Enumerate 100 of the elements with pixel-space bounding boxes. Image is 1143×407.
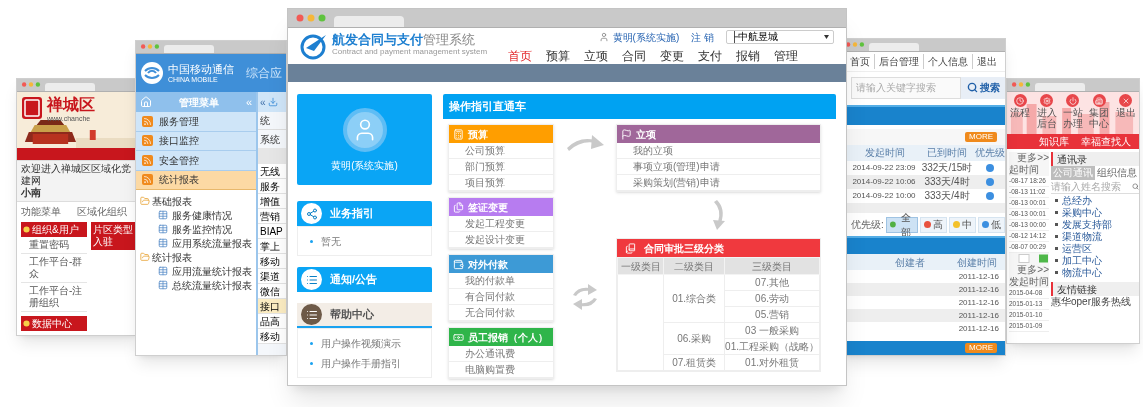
contact-item[interactable]: 运营区 xyxy=(1051,242,1139,254)
nav-link[interactable]: 首页 xyxy=(846,53,874,69)
region-tab[interactable]: 片区类型入驻 xyxy=(91,222,135,250)
download-icon xyxy=(267,97,278,107)
welcome-text: 欢迎进入禅城区区域化党建网 xyxy=(21,163,132,187)
priority-dot-icon xyxy=(986,191,994,200)
org-select[interactable]: ├中航昱城 xyxy=(726,30,834,44)
table-row[interactable]: 品高 xyxy=(258,314,286,329)
priority-filter[interactable]: 高 xyxy=(920,216,947,233)
guide-link[interactable]: 电脑购置费 xyxy=(449,362,553,378)
nav-tab[interactable]: 合同 xyxy=(622,48,646,64)
table-row[interactable]: 移动 xyxy=(258,254,286,269)
collapse-button[interactable]: « xyxy=(260,94,266,110)
guide-link[interactable]: 公司预算 xyxy=(449,143,553,159)
nav-tab[interactable]: 变更 xyxy=(660,48,684,64)
column-header: 已到时间 xyxy=(926,146,969,161)
guide-link[interactable]: 事项立项(管理)申请 xyxy=(617,159,820,175)
shortcut-label[interactable]: 集团中心 xyxy=(1089,107,1110,129)
guide-link[interactable]: 部门预算 xyxy=(449,159,553,175)
group-title: 员工报销（个人） xyxy=(468,330,548,345)
guide-link[interactable]: 我的立项 xyxy=(617,143,820,159)
table-row[interactable]: 无线 xyxy=(258,164,286,179)
table-row[interactable]: 服务 xyxy=(258,179,286,194)
tab-label[interactable]: 统 xyxy=(258,112,286,130)
list-icon xyxy=(301,304,322,325)
tree-folder[interactable]: 统计报表 xyxy=(140,250,256,264)
menu-bar-item[interactable]: 知识库 xyxy=(1039,134,1069,149)
tree-item[interactable]: 服务监控情况 xyxy=(140,222,256,236)
shortcut-label[interactable]: 一站办理 xyxy=(1062,107,1083,129)
shortcut-label[interactable]: 退出 xyxy=(1115,107,1136,118)
menu-item[interactable]: 工作平台-群众 xyxy=(21,254,87,283)
tree-folder[interactable]: 基础报表 xyxy=(140,194,256,208)
group-icon xyxy=(453,258,464,270)
menu-item[interactable]: 工作平台-注册组织 xyxy=(21,283,87,312)
contact-tab[interactable]: 组织信息 xyxy=(1095,166,1139,180)
nav-tab[interactable]: 立项 xyxy=(584,48,608,64)
contact-item[interactable]: 加工中心 xyxy=(1051,254,1139,266)
window-controls-icon xyxy=(140,44,160,49)
panel-link[interactable]: 用户操作手册指引 xyxy=(298,353,431,373)
more-link[interactable]: 更多>> xyxy=(1009,264,1049,276)
table-row[interactable]: 营销 xyxy=(258,209,286,224)
panel-title: 通知/公告 xyxy=(330,272,378,288)
nav-tab[interactable]: 支付 xyxy=(698,48,722,64)
table-row[interactable]: 渠道 xyxy=(258,269,286,284)
menu-header[interactable]: 组织&用户 xyxy=(21,222,87,237)
table-row[interactable]: 接口 xyxy=(258,299,286,314)
shortcut-label[interactable]: 流程 xyxy=(1010,107,1031,118)
guide-link[interactable]: 有合同付款 xyxy=(449,289,553,305)
guide-link[interactable]: 办公通讯费 xyxy=(449,346,553,362)
table-icon xyxy=(158,280,168,290)
contact-item[interactable]: 总经办 xyxy=(1051,194,1139,206)
contact-item[interactable]: 采购中心 xyxy=(1051,206,1139,218)
menu-bar-item[interactable]: 幸福查找人 xyxy=(1081,134,1131,149)
nav-tab[interactable]: 预算 xyxy=(546,48,570,64)
friend-link[interactable]: 惠华oper服务热线 xyxy=(1051,296,1139,308)
priority-filter[interactable]: 中 xyxy=(949,216,976,233)
table-row[interactable]: 掌上 xyxy=(258,239,286,254)
contact-item[interactable]: 渠道物流 xyxy=(1051,230,1139,242)
nav-tab[interactable]: 报销 xyxy=(736,48,760,64)
tree-item[interactable]: 应用流量统计报表 xyxy=(140,264,256,278)
menu-item[interactable]: 重置密码 xyxy=(21,237,87,254)
tree-item[interactable]: 应用系统流量报表 xyxy=(140,236,256,250)
tree-item[interactable]: 服务健康情况 xyxy=(140,208,256,222)
priority-filter[interactable]: 低 xyxy=(978,216,1005,233)
shortcut-label[interactable]: 进入后台 xyxy=(1036,107,1057,129)
menu-header[interactable]: 数据中心 xyxy=(21,316,87,331)
table-row[interactable]: 微信 xyxy=(258,284,286,299)
table-row[interactable]: BIAP xyxy=(258,224,286,239)
search-icon xyxy=(1132,183,1139,190)
more-link[interactable]: 更多>> xyxy=(1009,152,1049,164)
menu-item[interactable]: 安全管控 xyxy=(136,151,256,171)
guide-link[interactable]: 发起工程变更 xyxy=(449,216,553,232)
nav-tab[interactable]: 管理 xyxy=(774,48,798,64)
logout-link[interactable]: 注 销 xyxy=(691,29,714,45)
panel-link-label: 用户操作手册指引 xyxy=(321,356,401,371)
guide-link[interactable]: 采购策划(营销)申请 xyxy=(617,175,820,191)
nav-link[interactable]: 后台管理 xyxy=(874,53,923,69)
panel-link[interactable]: 用户操作视频演示 xyxy=(298,333,431,353)
rss-icon xyxy=(142,115,153,127)
site-name: 禅城区 xyxy=(47,96,95,114)
menu-item[interactable]: 服务管理 xyxy=(136,112,256,132)
guide-link[interactable]: 发起设计变更 xyxy=(449,232,553,248)
tree-item[interactable]: 总统流量统计报表 xyxy=(140,278,256,292)
menu-item[interactable]: 接口监控 xyxy=(136,131,256,151)
contact-item[interactable]: 物流中心 xyxy=(1051,266,1139,278)
table-icon xyxy=(158,238,168,248)
guide-link[interactable]: 我的付款单 xyxy=(449,273,553,289)
contact-item[interactable]: 发展支持部 xyxy=(1051,218,1139,230)
guide-link[interactable]: 无合同付款 xyxy=(449,305,553,321)
nav-link[interactable]: 退出 xyxy=(972,53,1001,69)
search-button[interactable]: 搜索 xyxy=(961,76,1005,99)
nav-link[interactable]: 个人信息 xyxy=(923,53,972,69)
table-cell: 01.对外租赁 xyxy=(724,354,820,371)
user-name[interactable]: 黄明(系统实施) xyxy=(612,29,680,45)
table-row[interactable]: 增值 xyxy=(258,194,286,209)
table-row[interactable]: 移动 xyxy=(258,329,286,344)
menu-item[interactable]: 统计报表 xyxy=(136,170,256,190)
search-field[interactable]: 请输入关键字搜索 xyxy=(851,76,961,99)
nav-tab[interactable]: 首页 xyxy=(508,48,532,64)
guide-link[interactable]: 项目预算 xyxy=(449,175,553,191)
